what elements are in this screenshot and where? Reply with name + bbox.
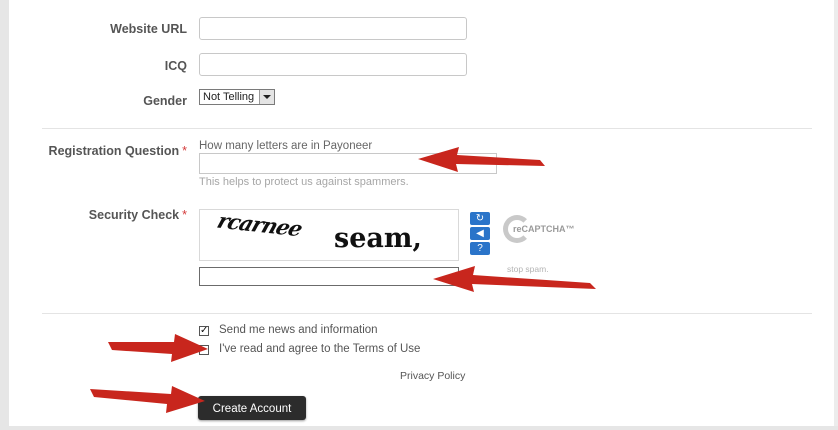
security-check-label-text: Security Check xyxy=(88,208,180,222)
website-url-label: Website URL xyxy=(110,22,187,36)
gender-select[interactable]: Not Telling xyxy=(199,89,275,105)
right-page-edge xyxy=(834,0,838,430)
required-asterisk: * xyxy=(182,144,187,158)
recaptcha-controls: ↻ ◀ ? xyxy=(470,212,490,257)
bottom-page-edge xyxy=(9,426,838,430)
captcha-word-1: rcarnee xyxy=(214,209,306,242)
registration-hint: This helps to protect us against spammer… xyxy=(199,176,409,188)
gender-selected-value: Not Telling xyxy=(203,91,255,103)
arrow-create-account xyxy=(90,386,205,413)
help-icon[interactable]: ? xyxy=(470,242,490,255)
section-divider xyxy=(42,128,812,129)
recaptcha-stop-spam: stop spam. xyxy=(507,264,549,274)
refresh-icon[interactable]: ↻ xyxy=(470,212,490,225)
section-divider xyxy=(42,313,812,314)
registration-question-label: Registration Question * xyxy=(49,144,187,158)
registration-question-text: How many letters are in Payoneer xyxy=(199,140,373,152)
security-check-label: Security Check * xyxy=(89,208,187,222)
icq-label: ICQ xyxy=(164,59,187,73)
recaptcha-logo-text: reCAPTCHA™ xyxy=(513,224,575,234)
registration-question-label-text: Registration Question xyxy=(48,144,180,158)
icq-input[interactable] xyxy=(199,53,467,76)
terms-checkbox[interactable] xyxy=(199,345,209,355)
website-url-input[interactable] xyxy=(199,17,467,40)
registration-answer-input[interactable] xyxy=(199,153,497,174)
captcha-image: rcarnee seam, xyxy=(199,209,459,261)
dropdown-arrow-icon[interactable] xyxy=(259,90,274,104)
required-asterisk: * xyxy=(182,208,187,222)
privacy-policy-link[interactable]: Privacy Policy xyxy=(400,370,465,382)
left-sidebar-edge xyxy=(0,0,9,430)
gender-label: Gender xyxy=(143,94,187,108)
news-checkbox[interactable]: ✓ xyxy=(199,326,209,336)
arrow-terms xyxy=(108,334,208,362)
news-checkbox-label: Send me news and information xyxy=(219,324,378,336)
terms-checkbox-label: I've read and agree to the Terms of Use xyxy=(219,343,421,355)
audio-icon[interactable]: ◀ xyxy=(470,227,490,240)
captcha-response-input[interactable] xyxy=(199,267,459,286)
create-account-button[interactable]: Create Account xyxy=(198,396,306,420)
captcha-word-2: seam, xyxy=(334,223,422,254)
